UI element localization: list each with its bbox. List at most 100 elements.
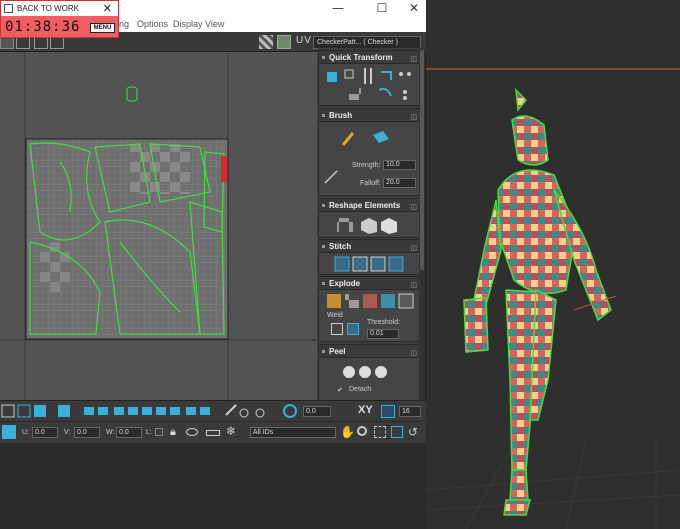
minimize-button[interactable]: — <box>328 1 348 16</box>
zoom-extents-icon[interactable] <box>391 426 403 438</box>
lock-icon[interactable]: 🔒︎ <box>170 426 176 439</box>
edge-mode-icon <box>17 404 31 418</box>
rollout-title: Brush <box>329 111 353 120</box>
v-field[interactable]: 0.0 <box>74 427 100 438</box>
viewport-grid <box>426 439 680 529</box>
rollout-header-brush[interactable]: Brush ◫ <box>319 109 421 122</box>
angle-field[interactable]: 0.0 <box>303 406 331 417</box>
freeze-icon[interactable]: ❄ <box>226 424 236 438</box>
threshold-spinner[interactable]: 0.01 <box>367 329 399 339</box>
selection-modifier-icons <box>84 407 210 415</box>
timer-close-button[interactable]: ✕ <box>103 1 112 16</box>
timer-app-icon <box>4 4 13 13</box>
rollout-title: Stitch <box>329 242 352 251</box>
explode-to-islands-icon <box>363 294 377 308</box>
rollout-header-reshape[interactable]: Reshape Elements ◫ <box>319 199 421 212</box>
u-field[interactable]: 0.0 <box>32 427 58 438</box>
3d-viewport[interactable] <box>426 0 680 529</box>
explode-icons <box>327 293 414 309</box>
stitch-icons <box>334 256 404 272</box>
command-panel: Quick Transform ◫ Brush ◫ Strength: 10.0… <box>318 48 422 400</box>
timer-title: BACK TO WORK <box>17 4 79 13</box>
close-button[interactable]: ✕ <box>404 1 424 16</box>
menu-view[interactable]: View <box>205 19 224 29</box>
grid-snap-icon[interactable] <box>381 405 395 418</box>
reset-peel-icon <box>375 366 387 378</box>
zoom-icon[interactable] <box>357 426 367 436</box>
pin-icon[interactable]: ◫ <box>410 201 417 214</box>
align-icon <box>327 72 337 82</box>
uv-canvas[interactable] <box>0 52 317 400</box>
hide-icon[interactable] <box>206 430 220 436</box>
spacing-icon <box>399 72 403 76</box>
reshape-icons <box>337 218 397 234</box>
split-icon <box>345 294 359 308</box>
l-label: L: <box>146 429 152 436</box>
paint-select-icon <box>225 404 237 416</box>
align-horizontal-icon <box>344 69 354 79</box>
w-field[interactable]: 0.0 <box>116 427 142 438</box>
detach-checkbox[interactable]: ✔ <box>337 386 343 394</box>
soft-select-icon <box>283 404 297 418</box>
rollout-title: Explode <box>329 279 361 288</box>
menu-options[interactable]: Options <box>137 19 168 29</box>
rollout-title: Quick Transform <box>329 53 393 62</box>
pin-icon[interactable]: ◫ <box>410 242 417 255</box>
rollout-header-stitch[interactable]: Stitch ◫ <box>319 240 421 253</box>
xy-toggle[interactable]: XY <box>358 404 373 416</box>
bottom-toolbar-selection: 0.0 XY 16 <box>0 400 426 421</box>
rollout-reshape-elements: Reshape Elements ◫ <box>318 198 422 238</box>
absolute-mode-icon[interactable] <box>2 425 16 439</box>
pinch-brush-icon <box>373 131 389 143</box>
lock-checkbox[interactable] <box>155 428 163 436</box>
menu-display[interactable]: Display <box>173 19 203 29</box>
texture-icon[interactable] <box>277 35 291 49</box>
pin-icon[interactable]: ◫ <box>410 279 417 292</box>
rollout-header-explode[interactable]: Explode ◫ <box>319 277 421 290</box>
stitch-to-source-icon <box>370 256 386 272</box>
weld-all-icon[interactable] <box>347 323 359 335</box>
rollout-stitch: Stitch ◫ <box>318 239 422 275</box>
detach-label: Detach <box>349 386 372 393</box>
rollout-header-peel[interactable]: Peel ◫ <box>319 345 421 358</box>
eye-icon[interactable] <box>186 428 198 436</box>
viewport-scene <box>426 68 680 529</box>
checker-toggle-icon[interactable] <box>259 35 273 49</box>
rotate-ccw-icon <box>378 87 392 97</box>
bottom-toolbar-coordinates: U: 0.0 V: 0.0 W: 0.0 L: 🔒︎ ❄ All IDs ✋ ↺ <box>0 421 426 443</box>
grid-size-field[interactable]: 16 <box>399 406 421 417</box>
weld-selected-icon[interactable] <box>331 323 343 335</box>
id-filter-select[interactable]: All IDs <box>250 427 336 438</box>
selection-tool-icons <box>1 404 297 418</box>
quick-transform-icons <box>327 68 411 100</box>
explode-by-smoothing-icon <box>381 294 395 308</box>
maximize-button[interactable]: ☐ <box>372 1 392 16</box>
pin-icon[interactable]: ◫ <box>410 347 417 360</box>
character-model <box>463 87 612 516</box>
strength-spinner[interactable]: 10.0 <box>383 160 416 170</box>
timer-clock: 01:38:36 <box>5 19 81 35</box>
break-icon <box>327 294 341 308</box>
element-mode-icon <box>58 405 70 417</box>
arrange-icon <box>381 218 397 234</box>
timer-menu-button[interactable]: MENU <box>90 23 115 33</box>
straighten-icon <box>337 218 353 232</box>
falloff-curve-icon <box>324 170 338 184</box>
rotate-cw-icon <box>381 71 392 80</box>
zoom-region-icon[interactable] <box>374 426 386 438</box>
pan-icon[interactable]: ✋ <box>340 425 355 439</box>
panel-scroll-thumb[interactable] <box>420 50 424 270</box>
peel-mode-icon <box>359 366 371 378</box>
explode-by-material-icon <box>398 293 414 309</box>
grow-icon <box>239 408 249 418</box>
uv-editor-window: — ☐ ✕ ing Options Display View UV Checke… <box>0 0 426 443</box>
reset-view-icon[interactable]: ↺ <box>408 425 418 439</box>
strength-label: Strength: <box>352 162 381 169</box>
rollout-header-quick-transform[interactable]: Quick Transform ◫ <box>319 51 421 64</box>
rollout-peel: Peel ◫ ✔ Detach <box>318 344 422 400</box>
threshold-label: Threshold: <box>367 319 401 326</box>
relax-brush-icon <box>341 132 355 146</box>
pin-icon[interactable]: ◫ <box>410 53 417 66</box>
uv-canvas-drawing <box>0 52 317 400</box>
falloff-spinner[interactable]: 20.0 <box>383 178 416 188</box>
